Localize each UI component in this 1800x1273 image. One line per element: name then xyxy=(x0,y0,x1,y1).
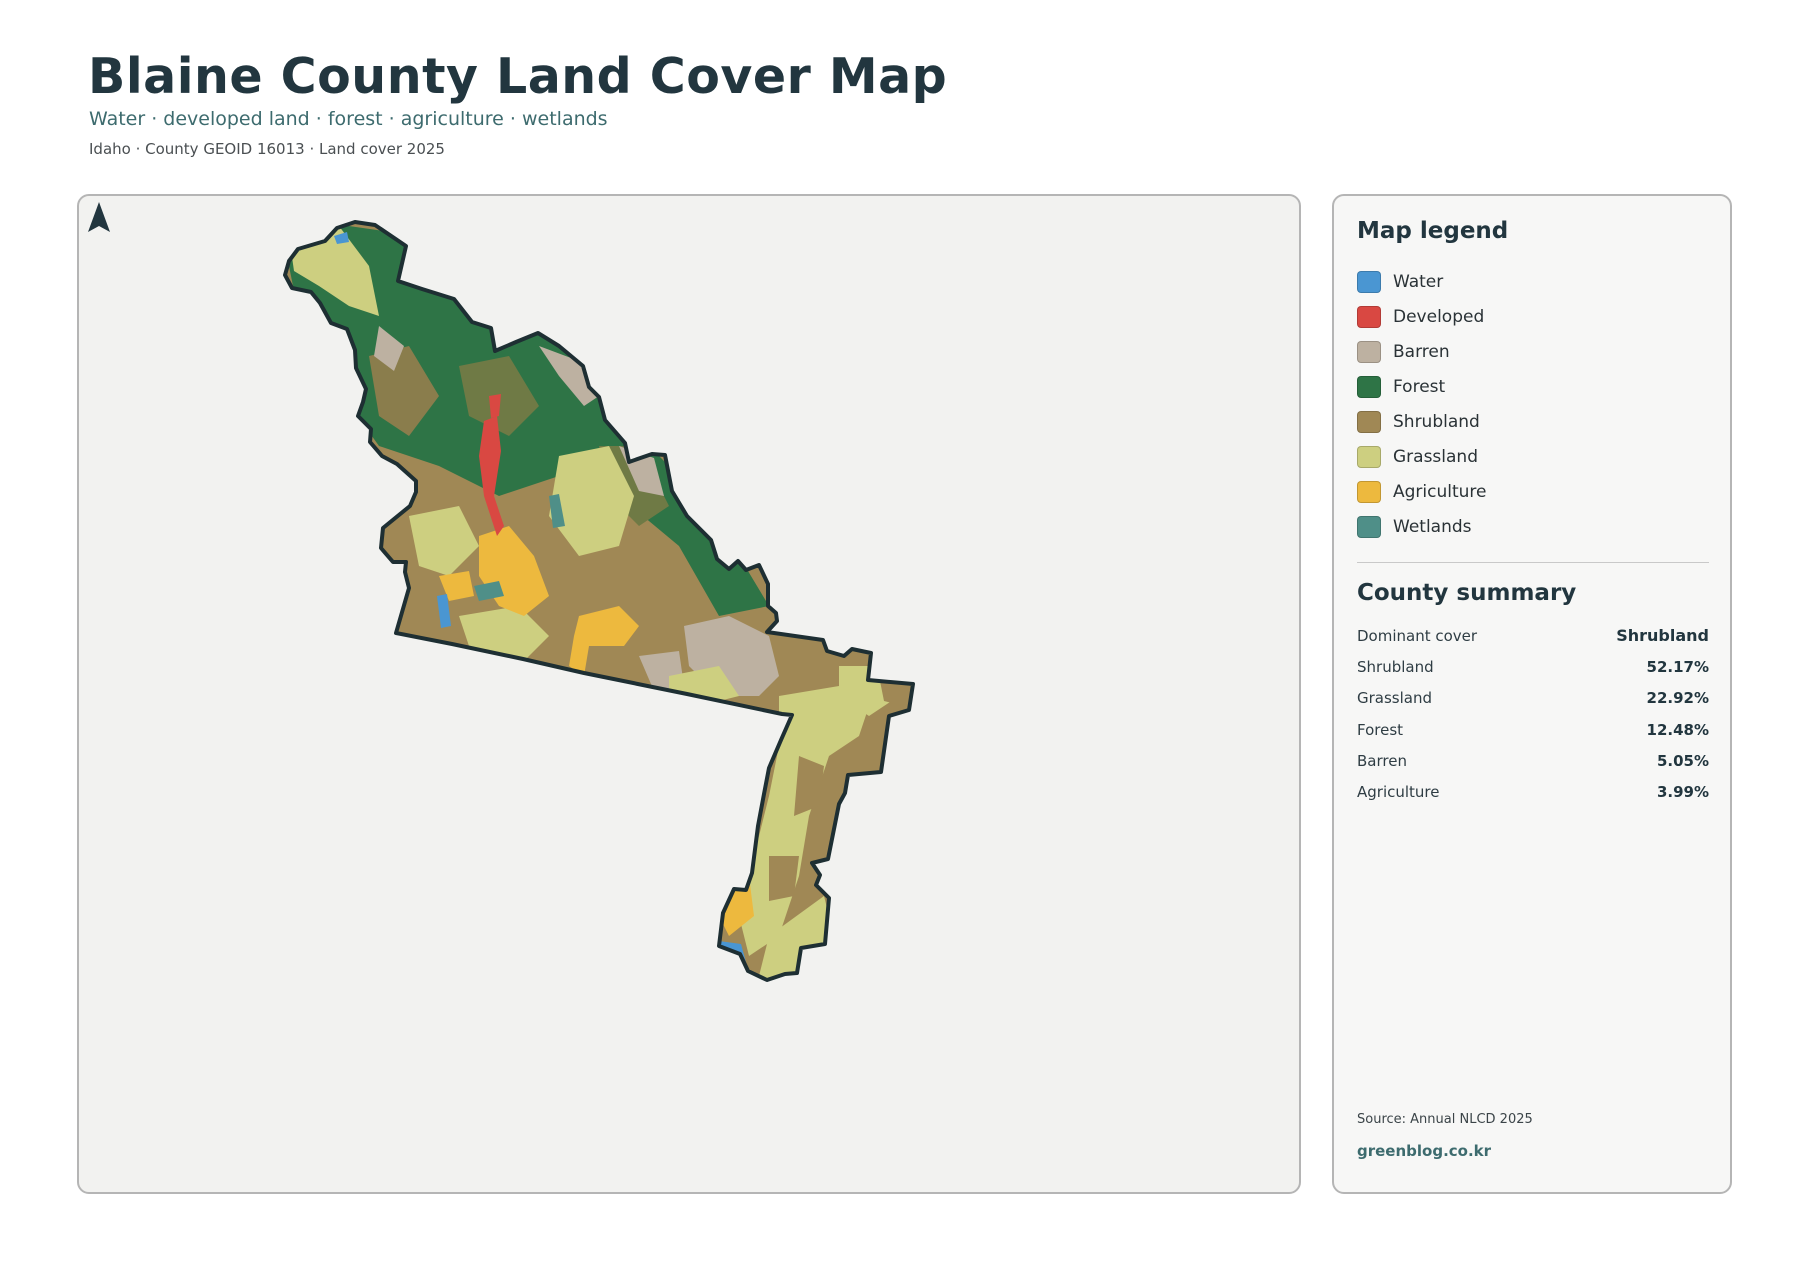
page-title: Blaine County Land Cover Map xyxy=(88,48,948,105)
legend-item-barren[interactable]: Barren xyxy=(1357,334,1487,369)
map-panel[interactable]: N xyxy=(77,194,1301,1194)
developed-swatch xyxy=(1357,305,1381,328)
page-subtitle: Water · developed land · forest · agricu… xyxy=(89,108,608,130)
county-map[interactable] xyxy=(79,196,1301,1194)
legend-label: Developed xyxy=(1393,306,1485,327)
summary-row: Forest 12.48% xyxy=(1357,714,1709,745)
summary-label: Forest xyxy=(1357,720,1404,739)
data-source: Source: Annual NLCD 2025 xyxy=(1357,1112,1533,1127)
legend-label: Grassland xyxy=(1393,446,1478,467)
legend-item-water[interactable]: Water xyxy=(1357,264,1487,299)
summary-value: 3.99% xyxy=(1656,783,1709,802)
land-cover-raster xyxy=(285,222,913,980)
legend-label: Forest xyxy=(1393,376,1446,397)
summary-value: 22.92% xyxy=(1646,689,1709,708)
legend-list: Water Developed Barren Forest Shrubland … xyxy=(1357,264,1487,544)
legend-title: Map legend xyxy=(1357,218,1509,244)
summary-label: Agriculture xyxy=(1357,783,1440,802)
summary-row: Barren 5.05% xyxy=(1357,745,1709,776)
legend-item-shrubland[interactable]: Shrubland xyxy=(1357,404,1487,439)
legend-label: Agriculture xyxy=(1393,481,1487,502)
north-arrow-icon xyxy=(88,202,110,232)
summary-row-dominant: Dominant cover Shrubland xyxy=(1357,620,1709,651)
legend-item-forest[interactable]: Forest xyxy=(1357,369,1487,404)
grassland-swatch xyxy=(1357,445,1381,468)
summary-row: Agriculture 3.99% xyxy=(1357,776,1709,807)
forest-swatch xyxy=(1357,375,1381,398)
legend-label: Barren xyxy=(1393,341,1450,362)
wetlands-swatch xyxy=(1357,515,1381,538)
legend-label: Wetlands xyxy=(1393,516,1472,537)
legend-label: Shrubland xyxy=(1393,411,1480,432)
summary-value: 5.05% xyxy=(1656,751,1709,770)
summary-title: County summary xyxy=(1357,580,1577,606)
legend-item-wetlands[interactable]: Wetlands xyxy=(1357,509,1487,544)
legend-item-agriculture[interactable]: Agriculture xyxy=(1357,474,1487,509)
summary-label: Grassland xyxy=(1357,689,1432,708)
summary-value: 52.17% xyxy=(1646,657,1709,676)
summary-row: Grassland 22.92% xyxy=(1357,683,1709,714)
page-meta: Idaho · County GEOID 16013 · Land cover … xyxy=(89,140,445,158)
water-swatch xyxy=(1357,270,1381,293)
info-panel: Map legend Water Developed Barren Forest… xyxy=(1332,194,1732,1194)
legend-item-developed[interactable]: Developed xyxy=(1357,299,1487,334)
summary-label: Dominant cover xyxy=(1357,626,1478,645)
divider xyxy=(1357,562,1709,563)
legend-item-grassland[interactable]: Grassland xyxy=(1357,439,1487,474)
summary-value: Shrubland xyxy=(1616,626,1709,646)
summary-row: Shrubland 52.17% xyxy=(1357,651,1709,682)
agriculture-swatch xyxy=(1357,480,1381,503)
barren-swatch xyxy=(1357,340,1381,363)
summary-label: Shrubland xyxy=(1357,657,1434,676)
summary-label: Barren xyxy=(1357,751,1407,770)
legend-label: Water xyxy=(1393,271,1444,292)
county-summary: Dominant cover Shrubland Shrubland 52.17… xyxy=(1357,620,1709,808)
summary-value: 12.48% xyxy=(1646,720,1709,739)
site-link[interactable]: greenblog.co.kr xyxy=(1357,1142,1491,1160)
shrubland-swatch xyxy=(1357,410,1381,433)
